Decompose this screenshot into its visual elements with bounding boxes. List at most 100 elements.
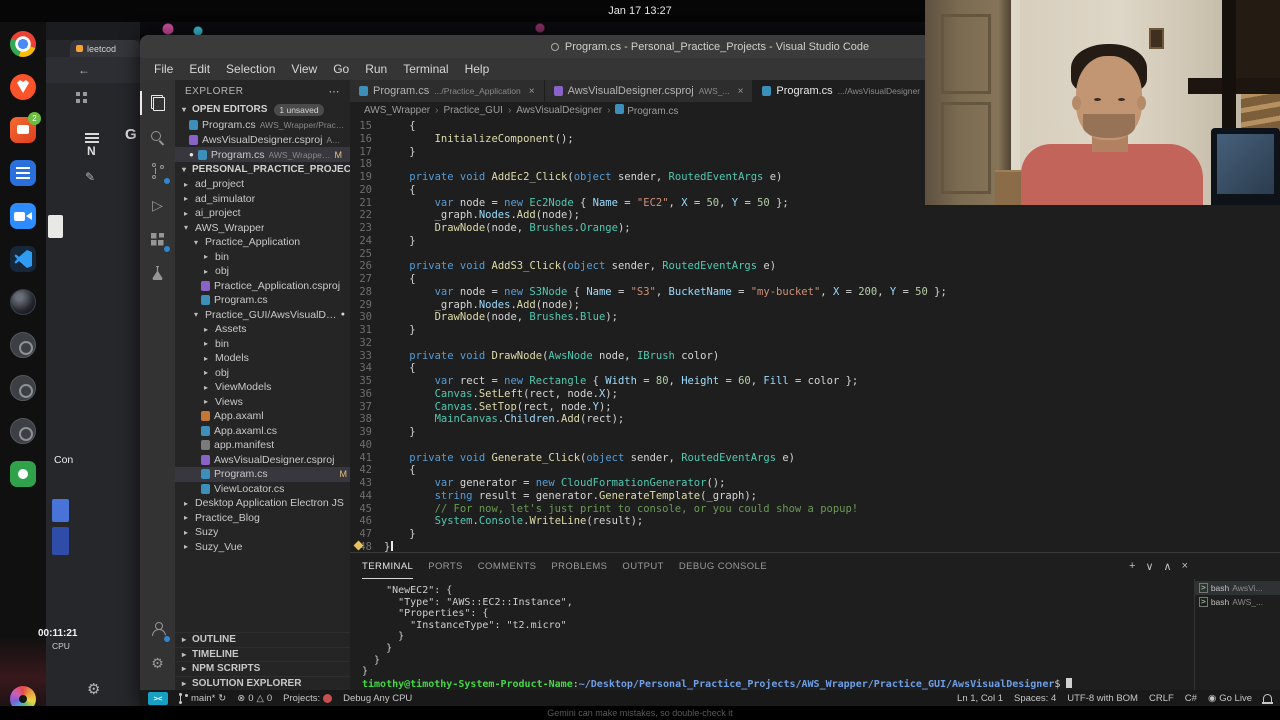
open-editor-program-cs[interactable]: Program.cs AWS_Wrapper/Practic... — [175, 117, 350, 132]
explorer-icon[interactable] — [140, 88, 175, 118]
code-line-42[interactable]: 42 { — [350, 464, 1280, 477]
panel-tab-ports[interactable]: PORTS — [428, 553, 463, 579]
tree-folder-ad-project[interactable]: ▸ ad_project — [175, 177, 350, 192]
code-line-39[interactable]: 39 } — [350, 426, 1280, 439]
tree-folder-suzy-vue[interactable]: ▸ Suzy_Vue — [175, 540, 350, 555]
tree-folder-models[interactable]: ▸ Models — [175, 351, 350, 366]
open-editor-awsvisualdesigner-csproj[interactable]: AwsVisualDesigner.csprojAWS_... — [175, 132, 350, 147]
background-browser-window[interactable]: leetcod ← G N ✎ Con ⚙ — [46, 22, 140, 720]
new-terminal-icon[interactable]: + — [1129, 560, 1135, 572]
breadcrumb-item-awsvisualdesigner[interactable]: AwsVisualDesigner — [516, 105, 602, 116]
code-line-37[interactable]: 37 Canvas.SetTop(rect, node.Y); — [350, 401, 1280, 414]
menu-go[interactable]: Go — [325, 62, 357, 76]
source-control-icon[interactable] — [140, 156, 175, 186]
menu-edit[interactable]: Edit — [181, 62, 218, 76]
tree-file-app-manifest[interactable]: app.manifest — [175, 438, 350, 453]
code-line-29[interactable]: 29 _graph.Nodes.Add(node); — [350, 299, 1280, 312]
panel-tab-output[interactable]: OUTPUT — [622, 553, 663, 579]
code-line-40[interactable]: 40 — [350, 439, 1280, 452]
code-line-35[interactable]: 35 var rect = new Rectangle { Width = 80… — [350, 375, 1280, 388]
open-editors-header[interactable]: ▾ OPEN EDITORS 1 unsaved — [175, 102, 350, 117]
terminal-prompt[interactable]: timothy@timothy-System-Product-Name:~/De… — [362, 677, 1194, 690]
code-line-27[interactable]: 27 { — [350, 273, 1280, 286]
tree-folder-practice-blog[interactable]: ▸ Practice_Blog — [175, 511, 350, 526]
code-line-33[interactable]: 33 private void DrawNode(AwsNode node, I… — [350, 350, 1280, 363]
account-icon[interactable] — [140, 614, 175, 644]
code-line-46[interactable]: 46 System.Console.WriteLine(result); — [350, 515, 1280, 528]
project-root-header[interactable]: ▾ PERSONAL_PRACTICE_PROJECTS — [175, 162, 350, 177]
app-icon-3[interactable] — [10, 418, 36, 444]
code-line-47[interactable]: 47 } — [350, 528, 1280, 541]
settings-gear-icon[interactable]: ⚙ — [87, 680, 100, 698]
code-line-38[interactable]: 38 MainCanvas.Children.Add(rect); — [350, 413, 1280, 426]
run-debug-icon[interactable]: ▷ — [140, 190, 175, 220]
settings-gear-icon[interactable]: ⚙ — [140, 648, 175, 678]
tree-folder-assets[interactable]: ▸ Assets — [175, 322, 350, 337]
code-line-45[interactable]: 45 // For now, let's just print to conso… — [350, 503, 1280, 516]
close-icon[interactable]: × — [529, 86, 535, 97]
maximize-panel-icon[interactable]: ∧ — [1164, 560, 1172, 573]
code-line-34[interactable]: 34 { — [350, 362, 1280, 375]
notifications-bell-icon[interactable] — [1262, 693, 1273, 704]
search-icon[interactable] — [140, 122, 175, 152]
tree-folder-obj[interactable]: ▸ obj — [175, 264, 350, 279]
code-line-32[interactable]: 32 — [350, 337, 1280, 350]
eol-setting[interactable]: CRLF — [1149, 693, 1174, 704]
indentation-setting[interactable]: Spaces: 4 — [1014, 693, 1056, 704]
extensions-icon[interactable] — [140, 224, 175, 254]
tree-file-awsvisualdesigner-csproj[interactable]: AwsVisualDesigner.csproj — [175, 453, 350, 468]
section-outline[interactable]: ▸ OUTLINE — [175, 632, 350, 647]
menu-icon[interactable] — [85, 133, 99, 143]
tree-file-app-axaml-cs[interactable]: App.axaml.cs — [175, 424, 350, 439]
tree-file-program-cs[interactable]: Program.cs — [175, 293, 350, 308]
code-line-30[interactable]: 30 DrawNode(node, Brushes.Blue); — [350, 311, 1280, 324]
code-line-25[interactable]: 25 — [350, 248, 1280, 261]
tree-folder-views[interactable]: ▸ Views — [175, 395, 350, 410]
app-icon-2[interactable] — [10, 375, 36, 401]
tree-folder-bin[interactable]: ▸ bin — [175, 250, 350, 265]
system-clock[interactable]: Jan 17 13:27 — [608, 5, 672, 17]
section-npm-scripts[interactable]: ▸ NPM SCRIPTS — [175, 661, 350, 676]
go-live-button[interactable]: ◉ Go Live — [1208, 693, 1252, 704]
breadcrumb-item-practice-gui[interactable]: Practice_GUI — [443, 105, 502, 116]
video-call-icon[interactable] — [10, 203, 36, 229]
tree-folder-practice-application[interactable]: ▾ Practice_Application — [175, 235, 350, 250]
tree-file-viewlocator-cs[interactable]: ViewLocator.cs — [175, 482, 350, 497]
tree-folder-obj[interactable]: ▸ obj — [175, 366, 350, 381]
chrome-icon[interactable] — [10, 31, 36, 57]
remote-indicator[interactable]: >< — [148, 691, 168, 705]
close-panel-icon[interactable]: × — [1182, 560, 1188, 572]
tree-folder-aws-wrapper[interactable]: ▾ AWS_Wrapper — [175, 221, 350, 236]
grid-icon[interactable] — [76, 92, 80, 96]
menu-terminal[interactable]: Terminal — [395, 62, 456, 76]
build-config[interactable]: Debug Any CPU — [343, 693, 412, 704]
code-line-22[interactable]: 22 _graph.Nodes.Add(node); — [350, 209, 1280, 222]
panel-tab-comments[interactable]: COMMENTS — [478, 553, 537, 579]
section-timeline[interactable]: ▸ TIMELINE — [175, 646, 350, 662]
menu-help[interactable]: Help — [457, 62, 498, 76]
open-editor-program-cs[interactable]: ● Program.csAWS_Wrapper/P...M — [175, 147, 350, 162]
menu-file[interactable]: File — [146, 62, 181, 76]
editor-tab-program-cs[interactable]: Program.cs .../Practice_Application × — [350, 80, 545, 102]
tree-folder-bin[interactable]: ▸ bin — [175, 337, 350, 352]
app-icon-1[interactable] — [10, 332, 36, 358]
code-line-36[interactable]: 36 Canvas.SetLeft(rect, node.X); — [350, 388, 1280, 401]
terminal-session-bash-1[interactable]: > bash AWS_... — [1195, 595, 1280, 609]
vscode-icon[interactable] — [10, 246, 36, 272]
section-solution-explorer[interactable]: ▸ SOLUTION EXPLORER — [175, 675, 350, 691]
code-line-44[interactable]: 44 string result = generator.GenerateTem… — [350, 490, 1280, 503]
code-line-28[interactable]: 28 var node = new S3Node { Name = "S3", … — [350, 286, 1280, 299]
cursor-position[interactable]: Ln 1, Col 1 — [957, 693, 1003, 704]
panel-tab-problems[interactable]: PROBLEMS — [551, 553, 607, 579]
tree-folder-ai-project[interactable]: ▸ ai_project — [175, 206, 350, 221]
panel-tab-debug-console[interactable]: DEBUG CONSOLE — [679, 553, 767, 579]
more-actions-icon[interactable]: ⋯ — [329, 85, 341, 98]
branch-indicator[interactable]: main* ↻ — [179, 692, 226, 704]
code-line-23[interactable]: 23 DrawNode(node, Brushes.Orange); — [350, 222, 1280, 235]
tree-file-practice-application-csproj[interactable]: Practice_Application.csproj — [175, 279, 350, 294]
code-line-31[interactable]: 31 } — [350, 324, 1280, 337]
tree-file-app-axaml[interactable]: App.axaml — [175, 409, 350, 424]
browser-tab-leetcode[interactable]: leetcod — [70, 40, 140, 57]
breadcrumb-item-program-cs[interactable]: Program.cs — [615, 103, 678, 117]
testing-icon[interactable] — [140, 258, 175, 288]
